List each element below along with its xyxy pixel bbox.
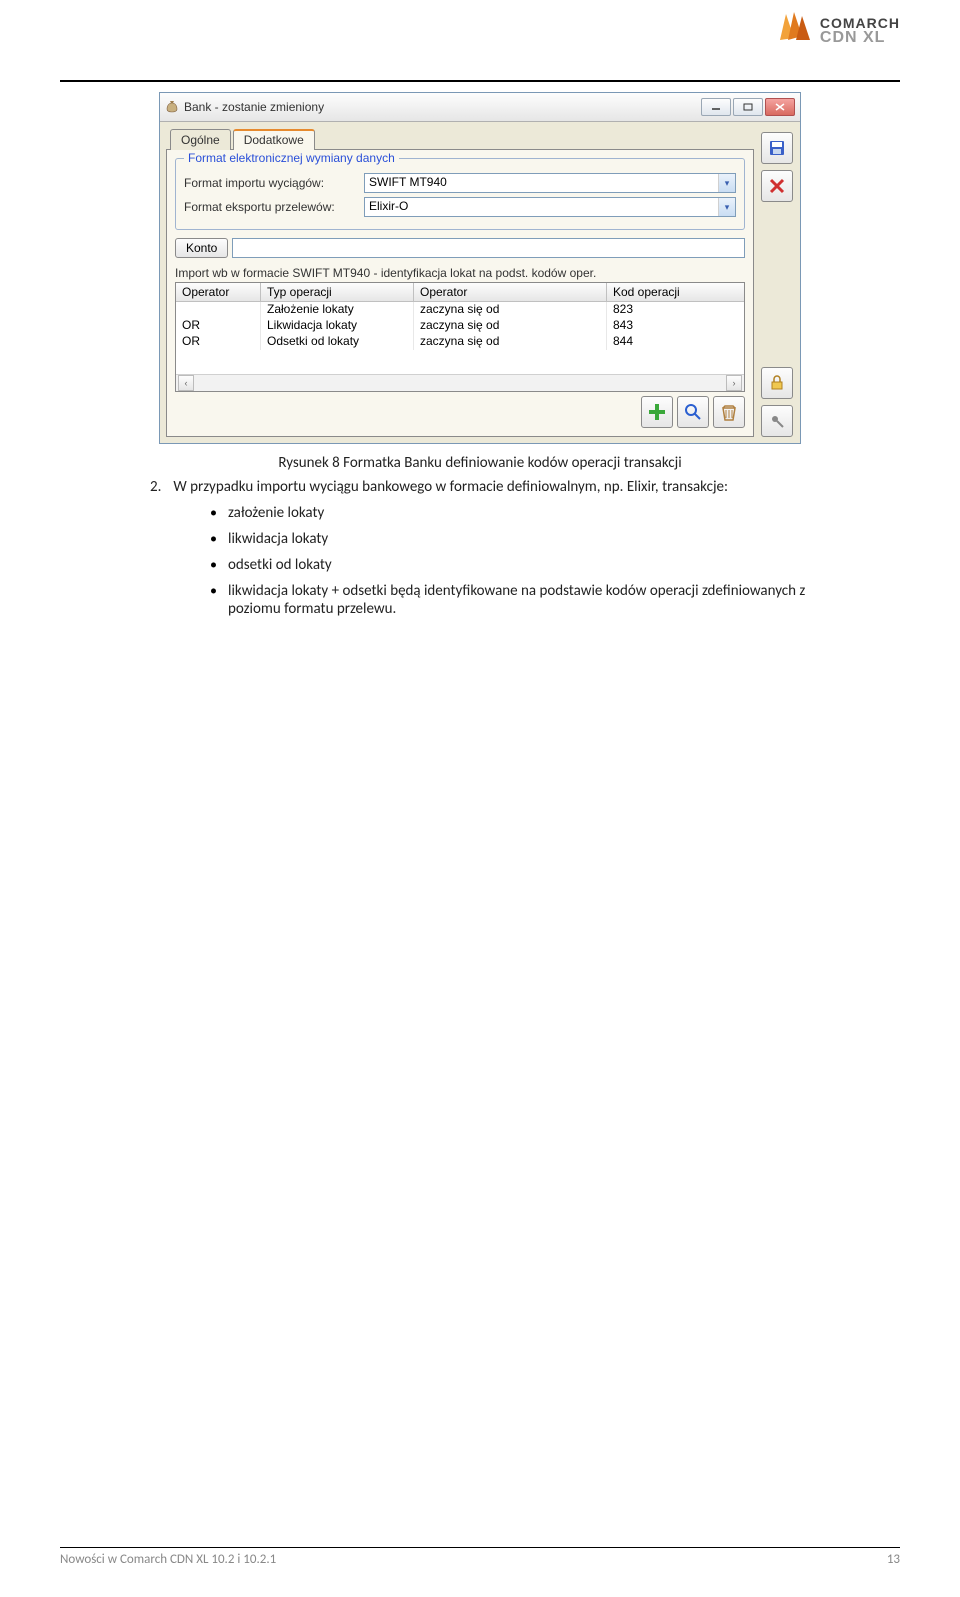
operations-grid: Operator Typ operacji Operator Kod opera… <box>175 282 745 392</box>
konto-button[interactable]: Konto <box>175 238 228 258</box>
scroll-right-icon[interactable]: › <box>726 375 742 391</box>
chevron-down-icon: ▾ <box>718 198 735 216</box>
minimize-button[interactable] <box>701 98 731 116</box>
grid-header-code[interactable]: Kod operacji <box>607 283 744 301</box>
import-format-label: Format importu wyciągów: <box>184 176 364 190</box>
save-button[interactable] <box>761 132 793 164</box>
footer-text: Nowości w Comarch CDN XL 10.2 i 10.2.1 <box>60 1552 887 1567</box>
table-row[interactable]: Założenie lokaty zaczyna się od 823 <box>176 302 744 318</box>
chevron-down-icon: ▾ <box>718 174 735 192</box>
lock-button[interactable] <box>761 367 793 399</box>
delete-button[interactable] <box>713 396 745 428</box>
grid-header-type[interactable]: Typ operacji <box>261 283 414 301</box>
footer-rule <box>60 1547 900 1548</box>
grid-header-operator2[interactable]: Operator <box>414 283 607 301</box>
window-side-toolbar <box>760 128 794 437</box>
window-titlebar: Bank - zostanie zmieniony <box>160 93 800 122</box>
grid-horizontal-scrollbar[interactable]: ‹ › <box>176 374 744 391</box>
money-bag-icon <box>165 99 179 116</box>
tab-additional[interactable]: Dodatkowe <box>233 129 315 150</box>
body-paragraph: 2. W przypadku importu wyciągu bankowego… <box>150 478 820 496</box>
groupbox-title: Format elektronicznej wymiany danych <box>184 151 399 165</box>
list-item: założenie lokaty <box>210 504 820 522</box>
window-title: Bank - zostanie zmieniony <box>184 100 699 114</box>
comarch-logo-icon <box>774 10 812 51</box>
paragraph-text: W przypadku importu wyciągu bankowego w … <box>173 478 728 496</box>
import-format-value: SWIFT MT940 <box>365 174 718 192</box>
import-description: Import wb w formacie SWIFT MT940 - ident… <box>175 266 745 280</box>
close-button[interactable] <box>765 98 795 116</box>
grid-toolbar <box>175 396 745 428</box>
list-item: odsetki od lokaty <box>210 556 820 574</box>
tab-general[interactable]: Ogólne <box>170 129 231 150</box>
brand-logo: COMARCH CDN XL <box>774 10 900 51</box>
table-row[interactable]: OR Odsetki od lokaty zaczyna się od 844 <box>176 334 744 350</box>
table-row[interactable]: OR Likwidacja lokaty zaczyna się od 843 <box>176 318 744 334</box>
list-item: likwidacja lokaty + odsetki będą identyf… <box>210 582 820 618</box>
export-format-label: Format eksportu przelewów: <box>184 200 364 214</box>
search-button[interactable] <box>677 396 709 428</box>
export-format-value: Elixir-O <box>365 198 718 216</box>
import-format-combo[interactable]: SWIFT MT940 ▾ <box>364 173 736 193</box>
brand-name: COMARCH <box>820 16 900 30</box>
format-groupbox: Format elektronicznej wymiany danych For… <box>175 158 745 230</box>
page-footer: Nowości w Comarch CDN XL 10.2 i 10.2.1 1… <box>60 1547 900 1567</box>
pin-button[interactable] <box>761 405 793 437</box>
scroll-left-icon[interactable]: ‹ <box>178 375 194 391</box>
cancel-button[interactable] <box>761 170 793 202</box>
list-number: 2. <box>150 478 170 496</box>
grid-header: Operator Typ operacji Operator Kod opera… <box>176 283 744 302</box>
list-item: likwidacja lokaty <box>210 530 820 548</box>
tab-panel-additional: Format elektronicznej wymiany danych For… <box>166 149 754 437</box>
product-name: CDN XL <box>820 30 900 46</box>
konto-input[interactable] <box>232 238 745 258</box>
export-format-combo[interactable]: Elixir-O ▾ <box>364 197 736 217</box>
maximize-button[interactable] <box>733 98 763 116</box>
figure-caption: Rysunek 8 Formatka Banku definiowanie ko… <box>60 454 900 472</box>
bank-window: Bank - zostanie zmieniony Ogólne Dodatko… <box>159 92 801 444</box>
tab-strip: Ogólne Dodatkowe <box>170 129 754 150</box>
header-rule <box>60 80 900 82</box>
page-number: 13 <box>887 1552 900 1567</box>
grid-header-operator1[interactable]: Operator <box>176 283 261 301</box>
bullet-list: założenie lokaty likwidacja lokaty odset… <box>210 504 820 618</box>
add-button[interactable] <box>641 396 673 428</box>
